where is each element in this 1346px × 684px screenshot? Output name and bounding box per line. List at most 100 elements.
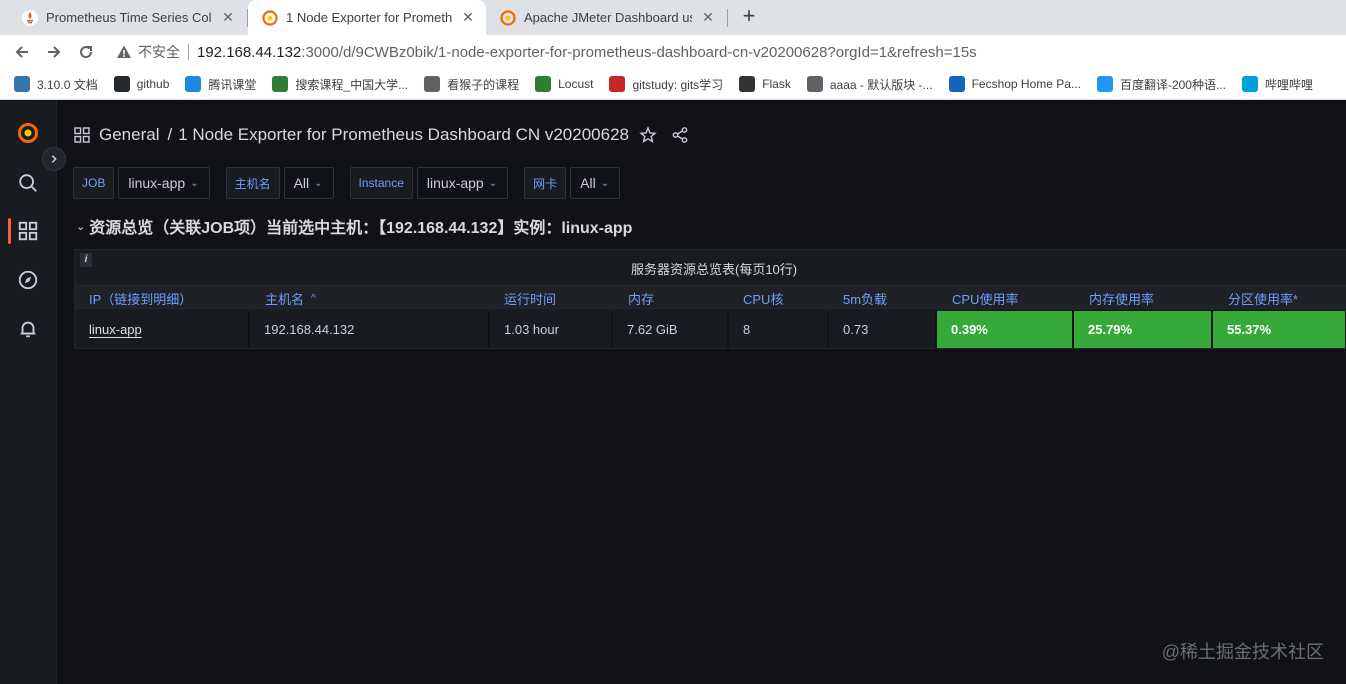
chevron-down-icon: ⌄ [76, 220, 86, 233]
omnibox-divider [188, 44, 189, 60]
reload-icon [80, 46, 93, 59]
bookmark-label: Locust [558, 77, 594, 91]
forward-button[interactable] [43, 41, 65, 63]
search-icon [19, 174, 37, 192]
variable-select-nic[interactable]: All ⌄ [570, 167, 621, 199]
variable-label-nic: 网卡 [524, 167, 567, 199]
bookmark-item[interactable]: Locust [535, 76, 593, 92]
alerting-button[interactable] [16, 317, 40, 341]
bookmark-label: aaaa - 默认版块 -... [829, 77, 933, 92]
column-header-label: 分区使用率* [1228, 291, 1299, 307]
grafana-icon [500, 9, 516, 26]
expand-menu-button[interactable] [42, 147, 66, 171]
tencent-icon [185, 76, 202, 92]
chevron-down-icon: ⌄ [488, 177, 498, 189]
column-header[interactable]: IP（链接到明细） [89, 286, 192, 310]
table-header: IP（链接到明细） 主机名 ^ 运行时间 内存 CPU核 5m负载 CPU使用率 内存使用率 分区… [75, 285, 1346, 309]
variable-value: All [293, 175, 310, 191]
side-menu [0, 101, 57, 684]
reload-button[interactable] [75, 41, 97, 63]
bookmark-item[interactable]: gitstudy: gits学习 [609, 76, 723, 93]
bookmark-label: Flask [762, 77, 791, 91]
share-icon[interactable] [671, 126, 689, 144]
column-header[interactable]: 运行时间 [504, 286, 556, 310]
url-path: :3000/d/9CWBz0bik/1-node-exporter-for-pr… [301, 43, 977, 61]
bookmark-item[interactable]: 百度翻译-200种语... [1096, 76, 1226, 93]
explore-button[interactable] [16, 268, 40, 292]
row-title[interactable]: ⌄ 资源总览（关联JOB项）当前选中主机：【192.168.44.132】实例：… [76, 215, 632, 237]
column-header[interactable]: 内存使用率 [1089, 286, 1154, 310]
variable-value: All [580, 175, 596, 191]
bookmark-item[interactable]: aaaa - 默认版块 -... [806, 76, 933, 93]
variable-select-job[interactable]: linux-app ⌄ [118, 167, 210, 199]
bookmark-item[interactable]: 腾讯课堂 [185, 76, 256, 93]
arrow-left-icon [15, 46, 28, 58]
arrow-right-icon [48, 46, 61, 58]
locust-icon [535, 76, 552, 92]
tab-title: 1 Node Exporter for Promethe [286, 10, 452, 25]
close-icon[interactable]: ✕ [460, 9, 476, 26]
grafana-icon [262, 9, 278, 26]
address-bar[interactable]: 不安全 192.168.44.132:3000/d/9CWBz0bik/1-no… [108, 39, 1336, 65]
close-icon[interactable]: ✕ [220, 9, 236, 26]
column-header[interactable]: CPU使用率 [952, 286, 1018, 310]
column-header[interactable]: 主机名 ^ [265, 286, 316, 310]
panel-title[interactable]: 服务器资源总览表(每页10行) [75, 259, 1346, 278]
variable-select-instance[interactable]: linux-app ⌄ [416, 167, 509, 199]
search-button[interactable] [16, 171, 40, 195]
star-icon[interactable] [639, 126, 657, 144]
column-header[interactable]: 分区使用率* [1228, 286, 1298, 310]
browser-tab-jmeter[interactable]: Apache JMeter Dashboard usi ✕ [486, 0, 726, 35]
column-header[interactable]: 内存 [628, 286, 654, 310]
bookmark-item[interactable]: 3.10.0 文档 [14, 76, 98, 93]
mooc-icon [272, 76, 289, 92]
table-cell-link[interactable]: linux-app [75, 311, 250, 348]
bookmark-label: 百度翻译-200种语... [1119, 77, 1226, 92]
grafana-icon [18, 123, 38, 143]
column-header-label: IP（链接到明细） [89, 291, 193, 307]
dashboards-icon [18, 221, 38, 241]
table-cell: 8 [729, 311, 829, 348]
row-title-text: 资源总览（关联JOB项）当前选中主机：【192.168.44.132】实例：li… [89, 220, 633, 237]
bookmark-item[interactable]: 搜索课程_中国大学... [272, 76, 408, 93]
tab-title: Prometheus Time Series Collec [46, 10, 212, 25]
column-header[interactable]: 5m负载 [843, 286, 887, 310]
bookmark-item[interactable]: github [113, 76, 169, 92]
dashboard-titlebar: General / 1 Node Exporter for Prometheus… [74, 123, 689, 147]
bookmark-label: 哔哩哔哩 [1264, 77, 1313, 92]
github-icon [113, 76, 130, 92]
column-header-label: 内存 [628, 291, 655, 307]
tab-divider [727, 9, 728, 27]
column-header[interactable]: CPU核 [743, 286, 783, 310]
browser-tab-prometheus[interactable]: Prometheus Time Series Collec ✕ [8, 0, 246, 35]
insecure-label: 不安全 [138, 44, 180, 60]
grafana-logo[interactable] [16, 121, 40, 145]
back-button[interactable] [11, 41, 33, 63]
bookmark-item[interactable]: 哔哩哔哩 [1241, 76, 1313, 93]
dashboard-grid-icon [74, 127, 90, 143]
bookmark-item[interactable]: 看猴子的课程 [424, 76, 519, 93]
breadcrumb-folder[interactable]: General [99, 125, 159, 145]
bookmarks-bar: 3.10.0 文档 github 腾讯课堂 搜索课程_中国大学... 看猴子的课程 Loc… [0, 69, 1346, 100]
url-host: 192.168.44.132 [197, 43, 302, 61]
variable-select-hostname[interactable]: All ⌄ [283, 167, 334, 199]
bilibili-icon [1241, 76, 1258, 92]
close-icon[interactable]: ✕ [700, 9, 716, 26]
bookmark-item[interactable]: Flask [739, 76, 791, 92]
browser-tab-node-exporter[interactable]: 1 Node Exporter for Promethe ✕ [248, 0, 486, 35]
new-tab-button[interactable]: + [737, 5, 761, 29]
dashboards-button[interactable] [16, 219, 40, 243]
table-cell: 25.79% [1074, 311, 1213, 348]
chevron-down-icon: ⌄ [314, 177, 323, 189]
variables-row: JOB linux-app ⌄ 主机名 All ⌄ Instance linux-a… [73, 167, 636, 199]
column-header-label: 主机名 [265, 291, 305, 307]
breadcrumb-separator: / [167, 125, 173, 144]
bookmark-item[interactable]: Fecshop Home Pa... [948, 76, 1081, 92]
flask-icon [739, 76, 756, 92]
bookmark-label: 3.10.0 文档 [37, 77, 98, 92]
chevron-down-icon: ⌄ [600, 177, 610, 189]
warning-icon [117, 45, 131, 58]
bookmark-label: 腾讯课堂 [208, 77, 257, 92]
dashboard-title[interactable]: 1 Node Exporter for Prometheus Dashboard… [178, 125, 629, 145]
bookmark-label: Fecshop Home Pa... [971, 77, 1081, 91]
